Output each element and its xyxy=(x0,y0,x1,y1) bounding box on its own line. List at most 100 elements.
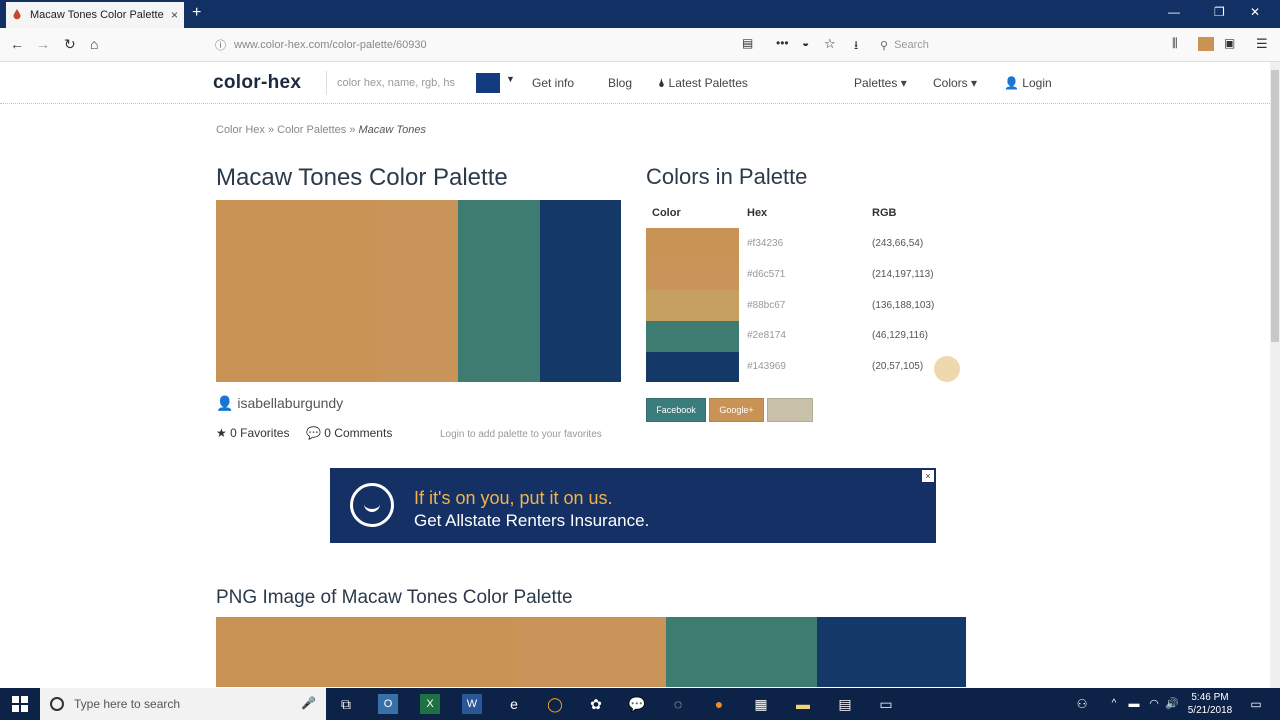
url-bar[interactable]: ⓘ www.color-hex.com/color-palette/60930 xyxy=(205,33,870,57)
drop-icon: 🌢 xyxy=(658,76,666,90)
color-row-hex[interactable]: #d6c571 xyxy=(747,269,785,280)
mouse-cursor-highlight xyxy=(934,356,960,382)
login-note[interactable]: Login to add palette to your favorites xyxy=(440,429,602,440)
network-icon[interactable]: ◠ xyxy=(1144,694,1164,714)
palette-swatch-2[interactable] xyxy=(380,200,458,382)
palette-swatch-4[interactable] xyxy=(540,200,621,382)
color-row-swatch[interactable] xyxy=(646,321,739,352)
nav-palettes[interactable]: Palettes ▾ xyxy=(854,76,907,90)
color-search-input[interactable]: color hex, name, rgb, hs xyxy=(326,71,468,95)
menu-icon[interactable]: ☰ xyxy=(1256,36,1268,52)
column-header-hex: Hex xyxy=(747,207,768,219)
favorites-count[interactable]: ★ 0 Favorites xyxy=(216,426,289,440)
google-share-button[interactable]: Google+ xyxy=(709,398,764,422)
windows-taskbar: Type here to search 🎤 ⧉ O X W e ◯ ✿ 💬 ◌ … xyxy=(0,688,1280,720)
nav-blog[interactable]: Blog xyxy=(608,76,632,90)
facebook-share-button[interactable]: Facebook xyxy=(646,398,706,422)
reload-icon[interactable]: ↻ xyxy=(64,36,76,53)
edge-icon[interactable]: e xyxy=(504,694,524,714)
bookmark-star-icon[interactable]: ☆ xyxy=(824,36,836,52)
color-row-rgb: (214,197,113) xyxy=(872,269,934,280)
color-row-rgb: (243,66,54) xyxy=(872,238,924,249)
new-tab-button[interactable]: + xyxy=(192,4,201,22)
ad-headline: If it's on you, put it on us. xyxy=(414,488,613,508)
microphone-icon[interactable]: 🎤 xyxy=(301,696,316,710)
color-row-hex[interactable]: #f34236 xyxy=(747,238,783,249)
file-explorer-icon[interactable]: ▬ xyxy=(793,694,813,714)
search-placeholder: Search xyxy=(894,39,929,51)
people-icon[interactable]: ⚇ xyxy=(1072,694,1092,714)
windows-start-icon[interactable] xyxy=(12,696,28,712)
remote-desktop-icon[interactable]: ▭ xyxy=(876,694,896,714)
close-window-button[interactable]: ✕ xyxy=(1250,5,1260,19)
extension-icon[interactable] xyxy=(1198,37,1214,51)
color-row-swatch[interactable] xyxy=(646,290,739,321)
download-icon[interactable]: ⭳ xyxy=(854,36,858,57)
forward-icon[interactable]: → xyxy=(36,36,50,52)
taskbar-search-input[interactable]: Type here to search 🎤 xyxy=(40,688,326,720)
firefox-icon[interactable]: ● xyxy=(709,694,729,714)
color-row-hex[interactable]: #143969 xyxy=(747,361,786,372)
outlook-icon[interactable]: O xyxy=(378,694,398,714)
maximize-button[interactable]: ❐ xyxy=(1214,5,1225,19)
tab-title: Macaw Tones Color Palette xyxy=(30,9,164,21)
palette-author[interactable]: 👤 isabellaburgundy xyxy=(216,395,343,412)
comments-count[interactable]: 💬 0 Comments xyxy=(306,426,392,440)
breadcrumb-separator: » xyxy=(349,124,356,136)
ad-close-icon[interactable]: × xyxy=(922,470,934,482)
browser-navbar: ← → ↻ ⌂ ⓘ www.color-hex.com/color-palett… xyxy=(0,28,1280,62)
browser-titlebar: Macaw Tones Color Palette × + — ❐ ✕ xyxy=(0,0,1280,28)
share-button[interactable] xyxy=(767,398,813,422)
info-icon[interactable]: ⓘ xyxy=(215,37,226,53)
advertisement-banner[interactable]: If it's on you, put it on us. Get Allsta… xyxy=(330,468,936,543)
chevron-down-icon[interactable]: ▼ xyxy=(506,74,515,84)
color-row-hex[interactable]: #88bc67 xyxy=(747,300,785,311)
app-icon[interactable]: ✿ xyxy=(586,694,606,714)
loading-app-icon[interactable]: ◌ xyxy=(668,694,688,714)
reader-view-icon[interactable]: ▤ xyxy=(742,36,753,50)
home-icon[interactable]: ⌂ xyxy=(90,36,98,52)
color-picker-swatch[interactable] xyxy=(476,73,500,93)
notes-icon[interactable]: ▤ xyxy=(835,694,855,714)
breadcrumb-color-palettes[interactable]: Color Palettes xyxy=(277,124,346,136)
pocket-icon[interactable]: ◒ xyxy=(802,36,809,50)
site-logo[interactable]: color-hex xyxy=(213,72,301,94)
chevron-up-icon[interactable]: ^ xyxy=(1104,694,1124,714)
color-row-hex[interactable]: #2e8174 xyxy=(747,330,786,341)
back-icon[interactable]: ← xyxy=(10,36,24,52)
taskbar-clock[interactable]: 5:46 PM 5/21/2018 xyxy=(1180,691,1240,717)
color-row-swatch[interactable] xyxy=(646,352,739,382)
task-view-icon[interactable]: ⧉ xyxy=(336,694,356,714)
excel-icon[interactable]: X xyxy=(420,694,440,714)
chat-icon[interactable]: 💬 xyxy=(627,694,647,714)
word-icon[interactable]: W xyxy=(462,694,482,714)
breadcrumb: Color Hex » Color Palettes » Macaw Tones xyxy=(216,124,426,136)
volume-icon[interactable]: 🔊 xyxy=(1162,694,1182,714)
column-header-color: Color xyxy=(652,207,681,219)
sidebar-icon[interactable]: ▣ xyxy=(1224,36,1235,50)
calculator-icon[interactable]: ▦ xyxy=(751,694,771,714)
palette-swatch-3[interactable] xyxy=(458,200,540,382)
browser-tab[interactable]: Macaw Tones Color Palette × xyxy=(6,2,184,28)
palette-swatch-1[interactable] xyxy=(216,200,380,382)
comments-label: 0 Comments xyxy=(324,426,393,440)
notifications-icon[interactable]: ▭ xyxy=(1246,694,1266,714)
url-text: www.color-hex.com/color-palette/60930 xyxy=(234,39,427,51)
color-row-swatch[interactable] xyxy=(646,228,739,259)
battery-icon[interactable]: ▬ xyxy=(1124,694,1144,714)
color-row-rgb: (136,188,103) xyxy=(872,300,935,311)
get-info-button[interactable]: Get info xyxy=(532,76,574,90)
page-actions-icon[interactable]: ••• xyxy=(776,36,789,50)
breadcrumb-color-hex[interactable]: Color Hex xyxy=(216,124,265,136)
nav-colors[interactable]: Colors ▾ xyxy=(933,76,977,90)
minimize-button[interactable]: — xyxy=(1168,5,1180,19)
browser-search-input[interactable]: ⚲ Search xyxy=(880,33,1070,57)
tab-close-icon[interactable]: × xyxy=(171,8,178,22)
color-row-swatch[interactable] xyxy=(646,259,739,290)
origin-icon[interactable]: ◯ xyxy=(545,694,565,714)
nav-latest-palettes[interactable]: 🌢 Latest Palettes xyxy=(658,76,748,91)
scrollbar-thumb[interactable] xyxy=(1271,70,1279,342)
nav-login[interactable]: 👤 Login xyxy=(1004,76,1052,90)
library-icon[interactable]: ⫼ xyxy=(1172,36,1178,51)
png-swatch-1 xyxy=(216,617,518,687)
